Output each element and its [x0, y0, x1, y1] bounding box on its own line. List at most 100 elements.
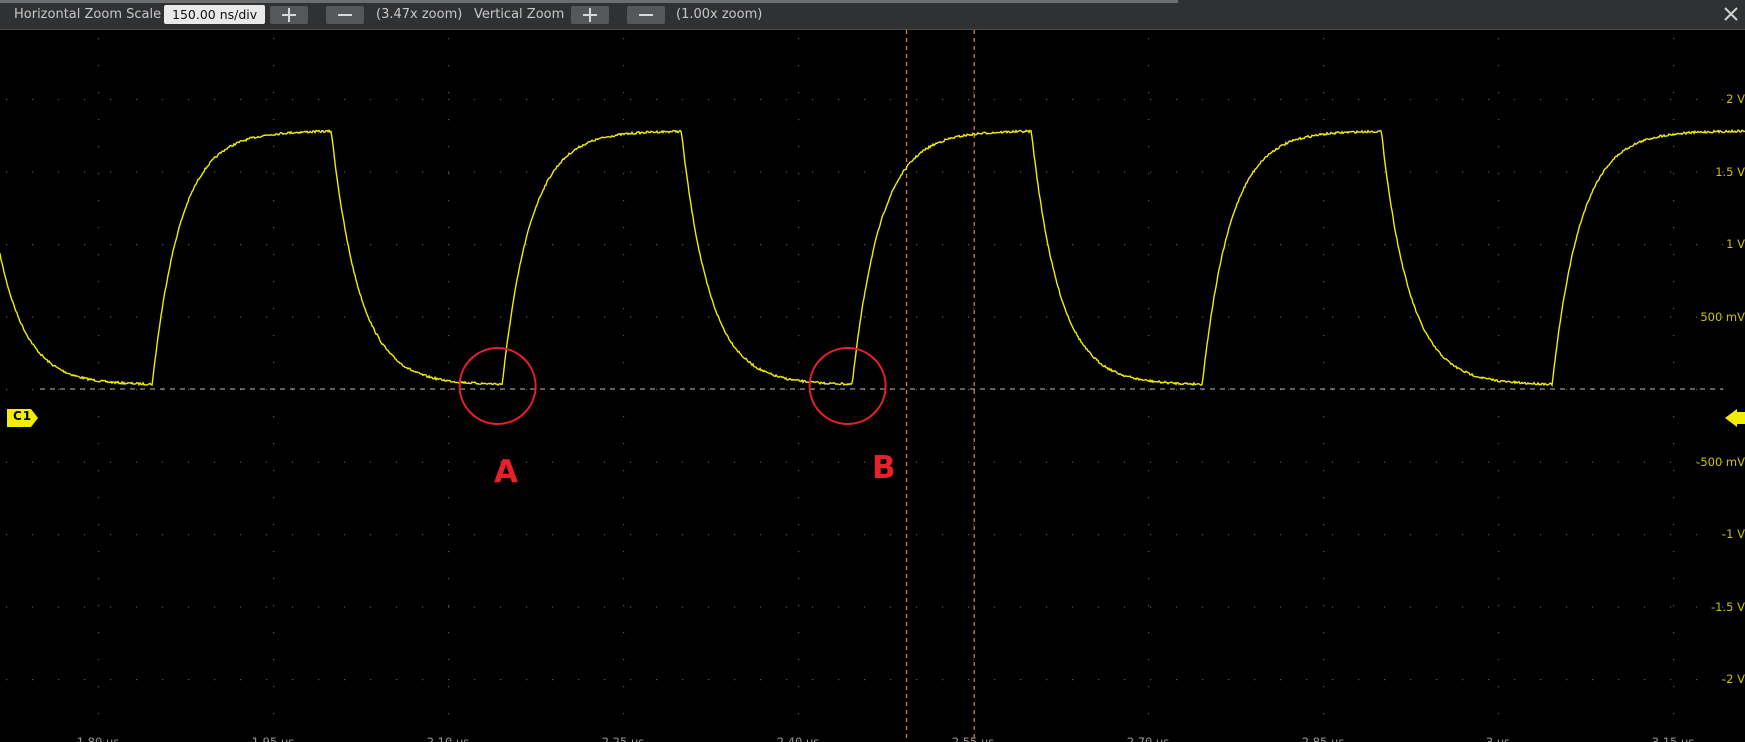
grid-dot: [1670, 534, 1672, 536]
grid-dot: [1150, 679, 1152, 681]
grid-dot: [448, 335, 450, 337]
grid-dot: [1323, 254, 1325, 256]
grid-dot: [994, 461, 996, 463]
grid-dot: [370, 534, 372, 536]
grid-dot: [1673, 524, 1675, 526]
grid-dot: [1540, 171, 1542, 173]
grid-dot: [798, 497, 800, 499]
grid-dot: [630, 171, 632, 173]
grid-dot: [1176, 606, 1178, 608]
grid-dot: [942, 534, 944, 536]
grid-dot: [448, 659, 450, 661]
grid-dot: [422, 461, 424, 463]
grid-dot: [1644, 534, 1646, 536]
grid-dot: [526, 171, 528, 173]
grid-dot: [1148, 497, 1150, 499]
grid-dot: [58, 606, 60, 608]
grid-dot: [448, 308, 450, 310]
grid-dot: [1020, 316, 1022, 318]
grid-dot: [1020, 606, 1022, 608]
grid-dot: [292, 606, 294, 608]
grid-dot: [1020, 244, 1022, 246]
grid-dot: [1020, 679, 1022, 681]
grid-dot: [1148, 524, 1150, 526]
grid-dot: [1176, 461, 1178, 463]
grid-dot: [812, 461, 814, 463]
grid-dot: [1498, 335, 1500, 337]
grid-dot: [1306, 534, 1308, 536]
grid-dot: [448, 200, 450, 202]
grid-dot: [1098, 389, 1100, 391]
grid-dot: [266, 606, 268, 608]
grid-dot: [623, 281, 625, 283]
grid-dot: [1410, 534, 1412, 536]
horizontal-zoom-in-button[interactable]: [270, 6, 308, 24]
channel-1-offset-marker[interactable]: C1: [7, 408, 39, 428]
grid-dot: [1280, 171, 1282, 173]
waveform-plot[interactable]: 2 V 1.5 V 1 V 500 mV -500 mV -1 V -1.5 V -2 V 1…: [0, 30, 1745, 742]
grid-dot: [578, 99, 580, 101]
grid-dot: [1228, 171, 1230, 173]
grid-dot: [370, 99, 372, 101]
grid-dot: [760, 534, 762, 536]
grid-dot: [84, 171, 86, 173]
grid-dot: [448, 316, 450, 318]
grid-dot: [1488, 534, 1490, 536]
grid-dot: [98, 470, 100, 472]
grid-dot: [214, 679, 216, 681]
horizontal-zoom-scale-input[interactable]: 150.00 ns/div: [164, 5, 266, 24]
grid-dot: [1498, 281, 1500, 283]
grid-dot: [682, 99, 684, 101]
grid-dot: [474, 99, 476, 101]
grid-dot: [1046, 244, 1048, 246]
vertical-zoom-in-button[interactable]: [571, 6, 609, 24]
grid-dot: [1618, 316, 1620, 318]
grid-dot: [1498, 227, 1500, 229]
grid-dot: [708, 606, 710, 608]
grid-dot: [1670, 244, 1672, 246]
grid-dot: [1332, 679, 1334, 681]
vertical-zoom-out-button[interactable]: [627, 6, 665, 24]
grid-dot: [110, 606, 112, 608]
grid-dot: [1696, 171, 1698, 173]
close-zoom-button[interactable]: [1721, 4, 1741, 24]
grid-dot: [1046, 99, 1048, 101]
grid-dot: [162, 316, 164, 318]
grid-dot: [32, 244, 34, 246]
grid-dot: [136, 534, 138, 536]
grid-dot: [552, 606, 554, 608]
grid-dot: [1124, 534, 1126, 536]
grid-dot: [760, 244, 762, 246]
grid-dot: [214, 461, 216, 463]
grid-dot: [1228, 244, 1230, 246]
grid-dot: [1498, 578, 1500, 580]
grid-dot: [1124, 606, 1126, 608]
grid-dot: [1046, 461, 1048, 463]
horizontal-zoom-out-button[interactable]: [326, 6, 364, 24]
grid-dot: [942, 679, 944, 681]
grid-dot: [292, 461, 294, 463]
grid-dot: [500, 534, 502, 536]
scope-zoom-window: Horizontal Zoom Scale 150.00 ns/div (3.4…: [0, 0, 1745, 742]
grid-dot: [474, 679, 476, 681]
grid-dot: [1148, 38, 1150, 40]
grid-dot: [1384, 679, 1386, 681]
grid-dot: [1514, 606, 1516, 608]
grid-dot: [1696, 244, 1698, 246]
grid-dot: [623, 443, 625, 445]
grid-dot: [798, 173, 800, 175]
grid-dot: [448, 497, 450, 499]
grid-dot: [786, 679, 788, 681]
grid-dot: [292, 99, 294, 101]
grid-dot: [760, 461, 762, 463]
grid-dot: [448, 443, 450, 445]
grid-dot: [98, 524, 100, 526]
grid-dot: [273, 227, 275, 229]
grid-dot: [1306, 244, 1308, 246]
grid-dot: [273, 686, 275, 688]
y-tick-label: 500 mV: [1700, 309, 1745, 324]
trigger-level-marker[interactable]: [1725, 409, 1745, 427]
grid-dot: [318, 534, 320, 536]
waveform-canvas[interactable]: [0, 30, 1745, 742]
grid-dot: [623, 713, 625, 715]
